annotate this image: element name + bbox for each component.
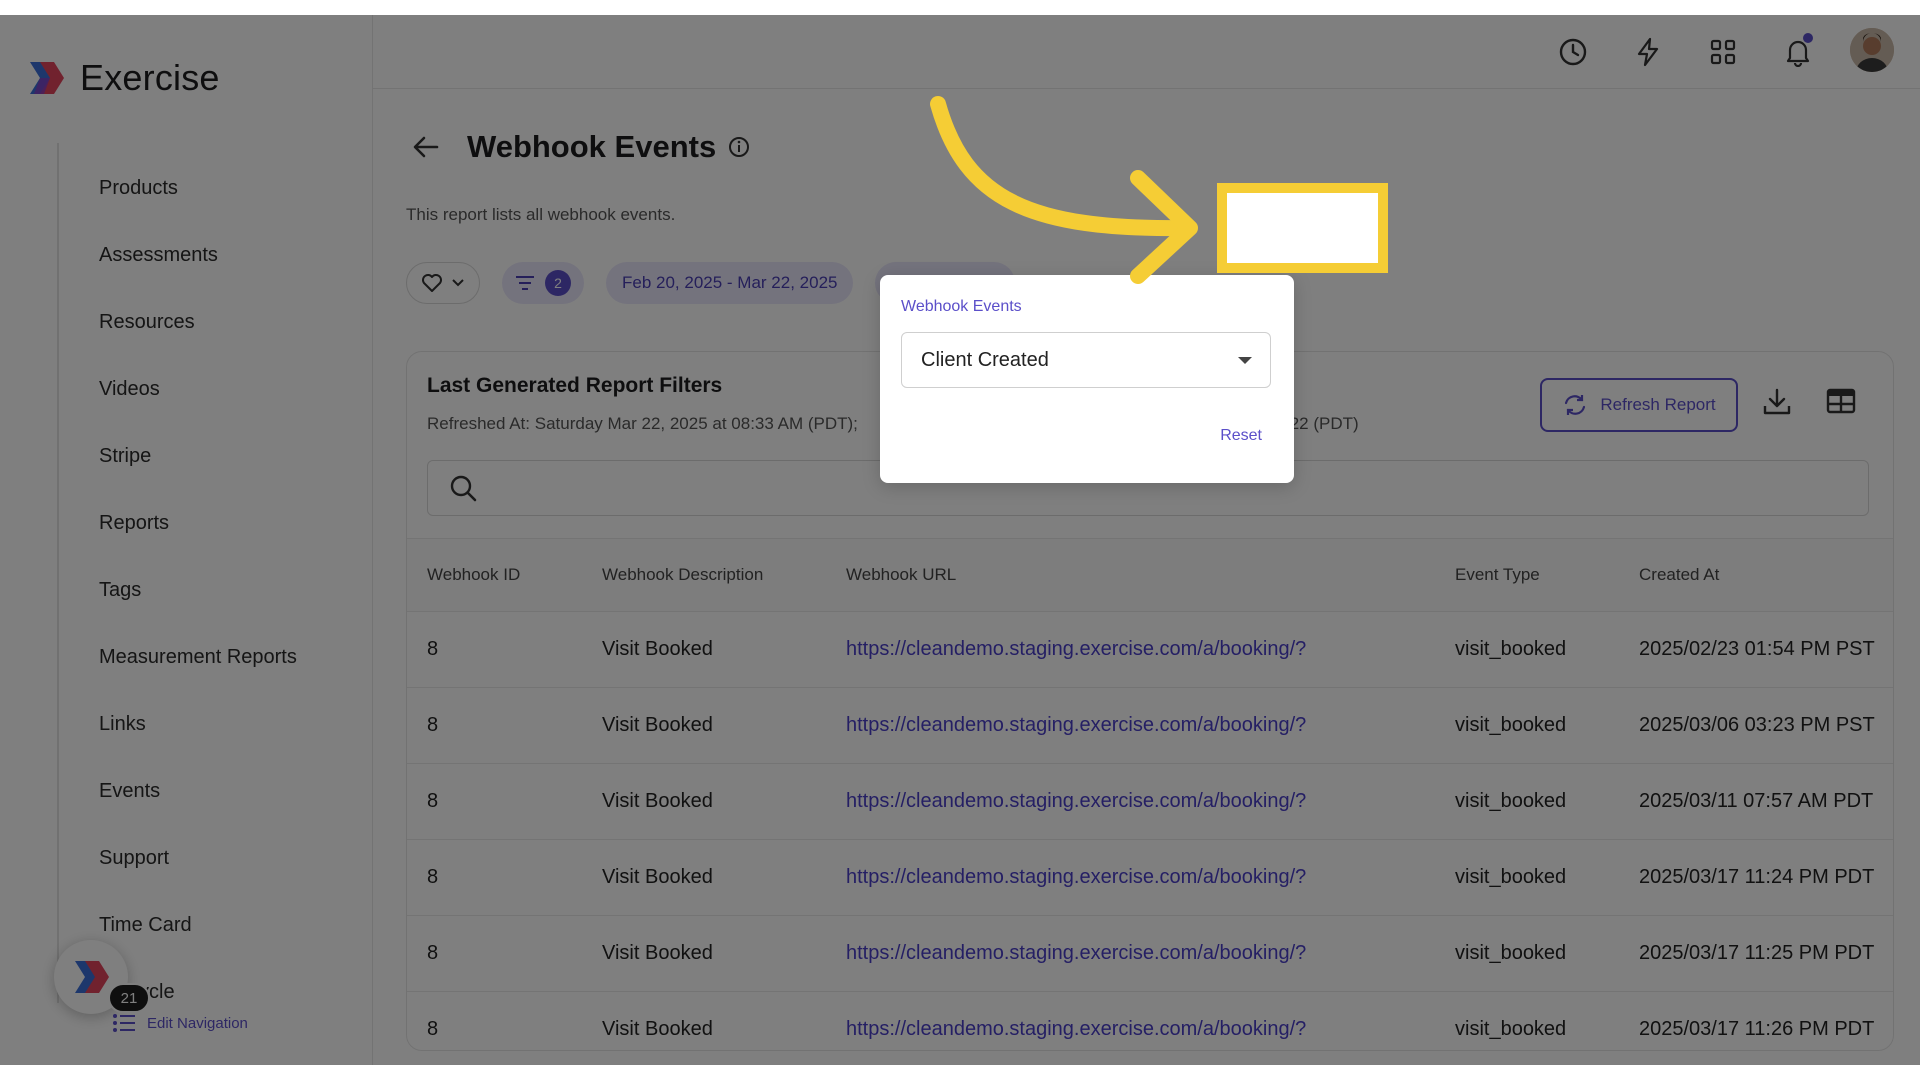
- tutorial-highlight-box: [1217, 183, 1388, 273]
- tutorial-arrow-icon: [930, 96, 1198, 284]
- popover-label: Webhook Events: [901, 298, 1022, 315]
- reset-link[interactable]: Reset: [1220, 427, 1262, 445]
- webhook-events-filter-popover: Webhook Events Client Created Reset: [880, 275, 1294, 483]
- event-type-select[interactable]: Client Created: [901, 332, 1271, 388]
- caret-down-icon: [1238, 357, 1252, 364]
- event-type-selected-value: Client Created: [921, 348, 1049, 371]
